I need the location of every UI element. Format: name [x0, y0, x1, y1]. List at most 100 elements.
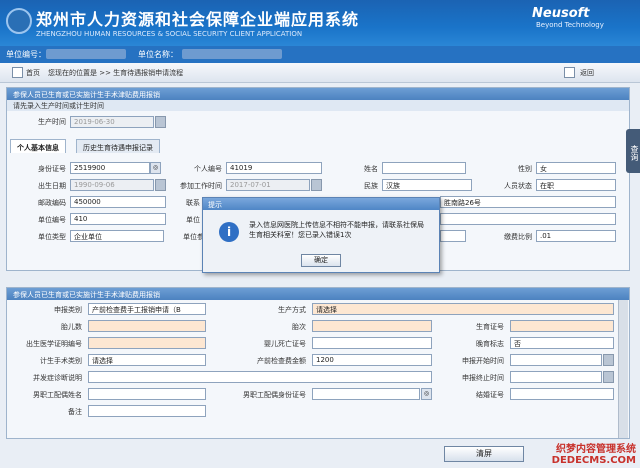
marriage-cert-label: 结婚证号	[476, 391, 504, 399]
fetus-count-field[interactable]	[88, 320, 206, 332]
apply-end-field[interactable]	[510, 371, 602, 383]
dialog-title: 提示	[203, 198, 439, 210]
payratio-label: 缴费比例	[504, 233, 532, 241]
apply-type-label: 申报类别	[54, 306, 82, 314]
unitno-field[interactable]: 410	[70, 213, 166, 225]
dialog-message: 录入信息网医院上传信息不相符不能申报，请联系社保局生育相关科室！您已录入错误1次	[249, 221, 424, 239]
dob-field[interactable]: 1990-09-06	[70, 179, 154, 191]
home-link[interactable]: 首页	[26, 68, 40, 78]
address-field[interactable]: 胜南路26号	[440, 196, 616, 208]
gender-select[interactable]: 女	[536, 162, 616, 174]
unit-no-label: 单位编号：	[6, 50, 46, 59]
calendar-icon[interactable]	[155, 116, 166, 128]
spouse-lookup-icon[interactable]: ◎	[421, 388, 432, 400]
birth-time-field[interactable]: 2019-06-30	[70, 116, 154, 128]
dob-label: 出生日期	[38, 182, 66, 190]
id-lookup-icon[interactable]: ◎	[150, 162, 161, 174]
name-label: 姓名	[364, 165, 378, 173]
watermark-line2: DEDECMS.COM	[551, 455, 636, 466]
watermark: 织梦内容管理系统 DEDECMS.COM	[552, 444, 636, 466]
ok-button[interactable]: 确定	[301, 254, 341, 267]
info-icon: i	[219, 222, 239, 242]
surgery-type-label: 计生手术类别	[40, 357, 82, 365]
clear-button[interactable]: 清屏	[444, 446, 524, 462]
bottom-panel-title: 参保人员已生育或已实施计生手术津贴费用报销	[7, 288, 629, 300]
scrollbar[interactable]	[618, 300, 628, 438]
parity-label: 胎次	[292, 323, 306, 331]
spouse-id-field[interactable]	[312, 388, 420, 400]
id-field[interactable]: 2519900	[70, 162, 150, 174]
apply-start-label: 申报开始时间	[462, 357, 504, 365]
unitname-field[interactable]	[440, 213, 616, 225]
calendar-icon[interactable]	[155, 179, 166, 191]
neusoft-logo: Neusoft Beyond Technology	[532, 6, 622, 38]
unittype-select[interactable]: 企业单位	[70, 230, 164, 242]
query-side-button[interactable]: 查询	[626, 129, 640, 173]
birth-method-select[interactable]: 请选择	[312, 303, 614, 315]
nation-select[interactable]: 汉族	[382, 179, 472, 191]
work-field[interactable]: 2017-07-01	[226, 179, 310, 191]
unitpay-field[interactable]	[440, 230, 466, 242]
pno-field[interactable]: 41019	[226, 162, 322, 174]
gender-label: 性别	[518, 165, 532, 173]
fetus-count-label: 胎儿数	[61, 323, 82, 331]
birth-cert-field[interactable]	[510, 320, 614, 332]
top-panel-title: 参保人员已生育或已实施计生手术津贴费用报销	[7, 88, 629, 100]
unit-no-masked	[46, 49, 126, 59]
contact-label: 联系	[186, 199, 200, 207]
marriage-cert-field[interactable]	[510, 388, 614, 400]
status-label: 人员状态	[504, 182, 532, 190]
nav-bar: 首页 您现在的位置是 >> 生育待遇报销申请流程 返回	[0, 63, 640, 83]
alert-dialog: 提示 i 录入信息网医院上传信息不相符不能申报，请联系社保局生育相关科室！您已录…	[202, 197, 440, 273]
pno-label: 个人编号	[194, 165, 222, 173]
top-panel-sub: 请先录入生产时间或计生时间	[7, 100, 629, 111]
remark-field[interactable]	[88, 405, 206, 417]
prenatal-amount-field[interactable]: 1200	[312, 354, 432, 366]
infant-death-field[interactable]	[312, 337, 432, 349]
birth-time-label: 生产时间	[38, 118, 66, 126]
zip-field[interactable]: 450000	[70, 196, 166, 208]
home-icon[interactable]	[12, 67, 23, 78]
tab-history[interactable]: 历史生育待遇申报记录	[76, 139, 160, 153]
surgery-type-select[interactable]: 请选择	[88, 354, 206, 366]
unitpay-label: 单位参	[183, 233, 204, 241]
unitno-label: 单位编号	[38, 216, 66, 224]
tab-basic-info[interactable]: 个人基本信息	[10, 139, 66, 153]
back-icon[interactable]	[564, 67, 575, 78]
parity-field[interactable]	[312, 320, 432, 332]
birth-method-label: 生产方式	[278, 306, 306, 314]
payratio-field[interactable]: .01	[536, 230, 616, 242]
calendar-icon[interactable]	[603, 371, 614, 383]
back-link[interactable]: 返回	[580, 68, 594, 78]
name-field[interactable]	[382, 162, 466, 174]
status-select[interactable]: 在职	[536, 179, 616, 191]
spouse-name-field[interactable]	[88, 388, 206, 400]
emblem-icon	[6, 8, 32, 34]
unit-name-masked	[182, 49, 282, 59]
unit-bar: 单位编号： 单位名称：	[0, 46, 640, 63]
late-birth-label: 晚育标志	[476, 340, 504, 348]
complication-label: 并发症诊断说明	[33, 374, 82, 382]
birth-cert-label: 生育证号	[476, 323, 504, 331]
infant-death-label: 婴儿死亡证号	[264, 340, 306, 348]
prenatal-amount-label: 产前检查费金额	[257, 357, 306, 365]
logo-slogan: Beyond Technology	[536, 21, 604, 29]
work-label: 参加工作时间	[180, 182, 222, 190]
remark-label: 备注	[68, 408, 82, 416]
app-header: 郑州市人力资源和社会保障企业端应用系统 ZHENGZHOU HUMAN RESO…	[0, 0, 640, 46]
nation-label: 民族	[364, 182, 378, 190]
id-label: 身份证号	[38, 165, 66, 173]
complication-field[interactable]	[88, 371, 432, 383]
calendar-icon[interactable]	[603, 354, 614, 366]
app-title: 郑州市人力资源和社会保障企业端应用系统	[36, 10, 360, 29]
apply-start-field[interactable]	[510, 354, 602, 366]
apply-end-label: 申报终止时间	[462, 374, 504, 382]
apply-type-select[interactable]: 产前检查费手工报销申请（B	[88, 303, 206, 315]
spouse-name-label: 男职工配偶姓名	[33, 391, 82, 399]
calendar-icon[interactable]	[311, 179, 322, 191]
spouse-id-label: 男职工配偶身份证号	[243, 391, 306, 399]
med-cert-label: 出生医学证明编号	[26, 340, 82, 348]
med-cert-field[interactable]	[88, 337, 206, 349]
late-birth-select[interactable]: 否	[510, 337, 614, 349]
logo-name: Neusoft	[532, 6, 590, 21]
